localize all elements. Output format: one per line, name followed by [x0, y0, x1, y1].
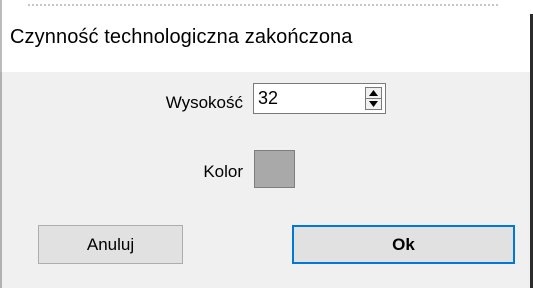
- background-text-artifact: [28, 0, 498, 6]
- cancel-button[interactable]: Anuluj: [38, 225, 183, 264]
- height-stepper[interactable]: 32: [253, 83, 386, 114]
- title-bar[interactable]: Czynność technologiczna zakończona: [0, 14, 533, 72]
- height-decrease-button[interactable]: [366, 99, 381, 109]
- ok-button[interactable]: Ok: [292, 225, 515, 264]
- height-increase-button[interactable]: [366, 88, 381, 99]
- window-title: Czynność technologiczna zakończona: [10, 26, 353, 48]
- height-stepper-buttons: [365, 87, 382, 110]
- background-window-strip: [0, 0, 533, 14]
- dialog-window: Czynność technologiczna zakończona Wysok…: [0, 0, 533, 288]
- color-label: Kolor: [203, 162, 243, 181]
- arrow-down-icon: [369, 101, 378, 107]
- color-swatch[interactable]: [254, 150, 295, 188]
- arrow-up-icon: [369, 90, 378, 96]
- height-stepper-value[interactable]: 32: [258, 88, 278, 109]
- height-label: Wysokość: [165, 93, 243, 112]
- window-left-edge: [0, 0, 2, 288]
